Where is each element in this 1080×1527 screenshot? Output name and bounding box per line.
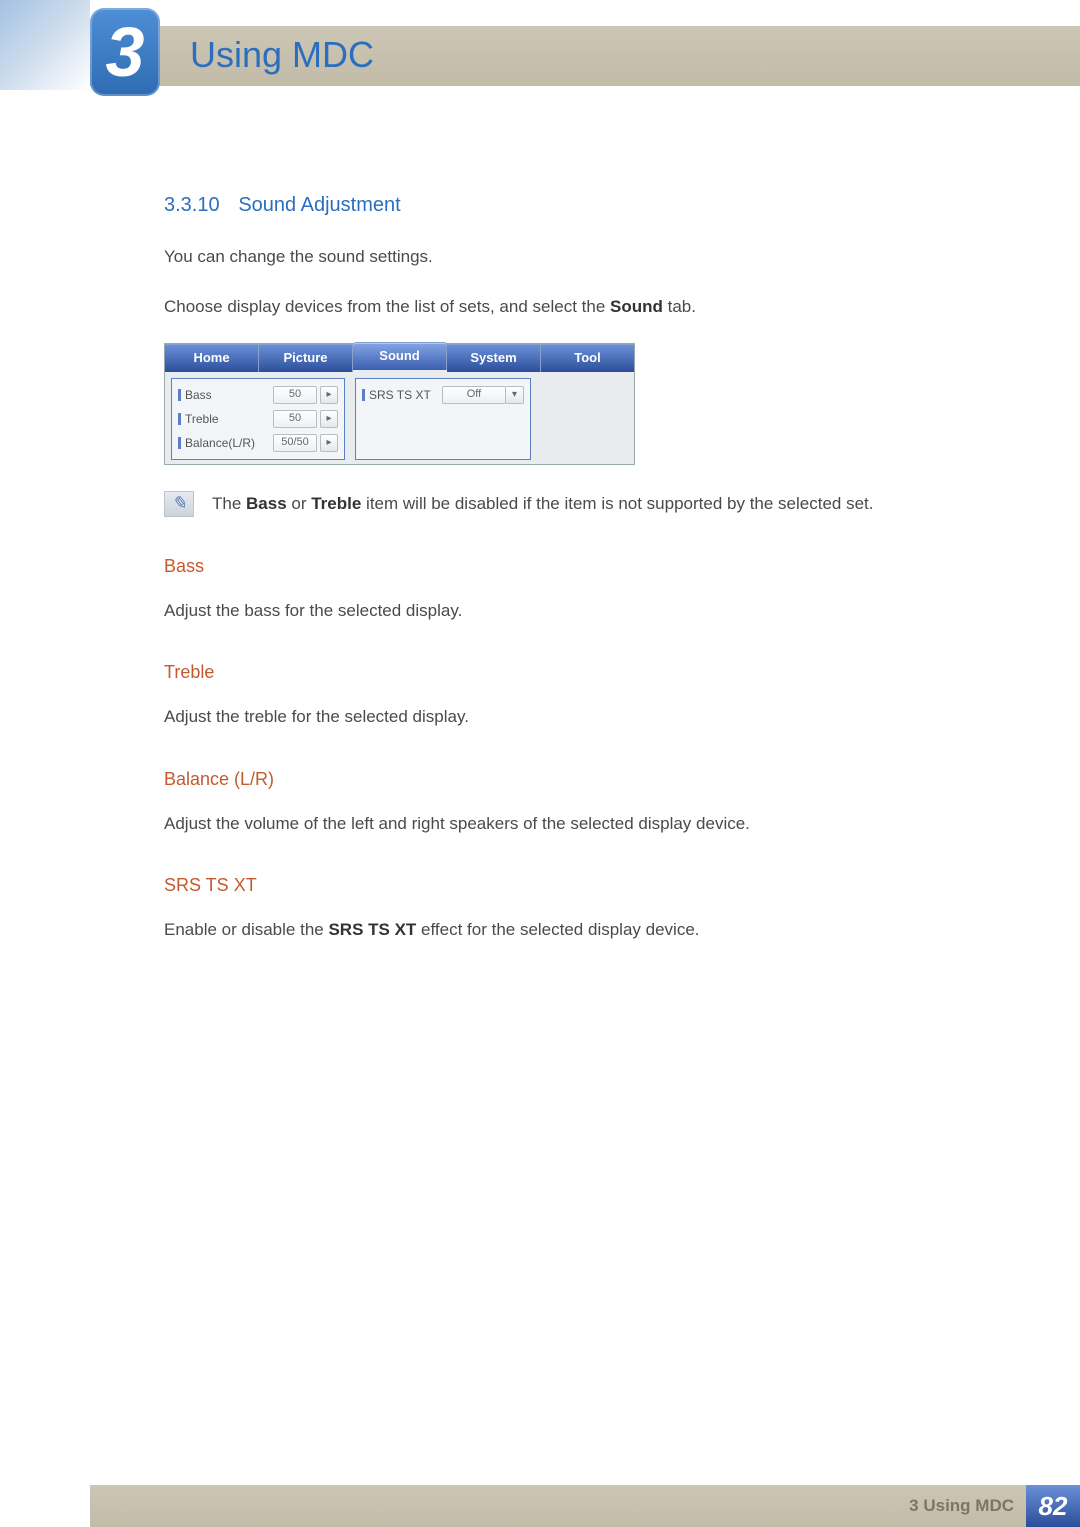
page-content: 3.3.10 Sound Adjustment You can change t… [164, 190, 990, 943]
panel-tabs: Home Picture Sound System Tool [165, 344, 634, 372]
intro-paragraph-2: Choose display devices from the list of … [164, 294, 990, 320]
balance-stepper-button[interactable]: ▸ [320, 434, 338, 452]
treble-value[interactable]: 50 [273, 410, 317, 428]
treble-heading: Treble [164, 659, 990, 686]
balance-paragraph: Adjust the volume of the left and right … [164, 811, 990, 837]
chapter-title: Using MDC [190, 34, 374, 76]
footer-chapter-text: 3 Using MDC [909, 1496, 1014, 1516]
corner-gradient [0, 0, 90, 90]
section-title: Sound Adjustment [238, 194, 400, 216]
tab-home[interactable]: Home [165, 344, 259, 372]
row-marker-icon [178, 413, 181, 425]
bass-value[interactable]: 50 [273, 386, 317, 404]
srs-heading: SRS TS XT [164, 872, 990, 899]
treble-label: Treble [185, 410, 273, 428]
srs-group: SRS TS XT Off ▾ [355, 378, 531, 460]
note-c: item will be disabled if the item is not… [361, 494, 873, 513]
treble-stepper-button[interactable]: ▸ [320, 410, 338, 428]
row-marker-icon [178, 437, 181, 449]
section-number: 3.3.10 [164, 194, 220, 216]
tab-system[interactable]: System [447, 344, 541, 372]
intro-paragraph-1: You can change the sound settings. [164, 244, 990, 270]
bass-label: Bass [185, 386, 273, 404]
balance-label: Balance(L/R) [185, 434, 273, 452]
bass-heading: Bass [164, 553, 990, 580]
bass-stepper-button[interactable]: ▸ [320, 386, 338, 404]
section-heading: 3.3.10 Sound Adjustment [164, 190, 990, 220]
srs-p-bold: SRS TS XT [328, 920, 416, 939]
page-number-badge: 82 [1026, 1485, 1080, 1527]
srs-label: SRS TS XT [369, 386, 442, 404]
bass-row: Bass 50 ▸ [178, 383, 338, 407]
panel-body: Bass 50 ▸ Treble 50 ▸ Balance(L/R) 50/50… [165, 372, 634, 464]
treble-row: Treble 50 ▸ [178, 407, 338, 431]
tab-picture[interactable]: Picture [259, 344, 353, 372]
balance-heading: Balance (L/R) [164, 766, 990, 793]
balance-value[interactable]: 50/50 [273, 434, 317, 452]
note-bold-treble: Treble [311, 494, 361, 513]
sound-levels-group: Bass 50 ▸ Treble 50 ▸ Balance(L/R) 50/50… [171, 378, 345, 460]
intro2-text-b: tab. [663, 297, 696, 316]
intro2-bold: Sound [610, 297, 663, 316]
intro2-text-a: Choose display devices from the list of … [164, 297, 610, 316]
srs-p-a: Enable or disable the [164, 920, 328, 939]
srs-row: SRS TS XT Off ▾ [362, 383, 524, 407]
treble-paragraph: Adjust the treble for the selected displ… [164, 704, 990, 730]
note-text: The Bass or Treble item will be disabled… [212, 491, 874, 517]
tab-sound[interactable]: Sound [353, 342, 447, 370]
note-bold-bass: Bass [246, 494, 287, 513]
note-a: The [212, 494, 246, 513]
page-footer: 3 Using MDC 82 [90, 1485, 1080, 1527]
row-marker-icon [362, 389, 365, 401]
srs-dropdown-value[interactable]: Off [442, 386, 506, 404]
note-mid: or [287, 494, 312, 513]
srs-p-b: effect for the selected display device. [416, 920, 699, 939]
sound-panel-screenshot: Home Picture Sound System Tool Bass 50 ▸… [164, 343, 635, 465]
note-row: ✎ The Bass or Treble item will be disabl… [164, 491, 990, 517]
balance-row: Balance(L/R) 50/50 ▸ [178, 431, 338, 455]
bass-paragraph: Adjust the bass for the selected display… [164, 598, 990, 624]
srs-paragraph: Enable or disable the SRS TS XT effect f… [164, 917, 990, 943]
row-marker-icon [178, 389, 181, 401]
chapter-number-badge: 3 [90, 8, 160, 96]
srs-dropdown-arrow[interactable]: ▾ [506, 386, 524, 404]
tab-tool[interactable]: Tool [541, 344, 634, 372]
note-icon: ✎ [164, 491, 194, 517]
